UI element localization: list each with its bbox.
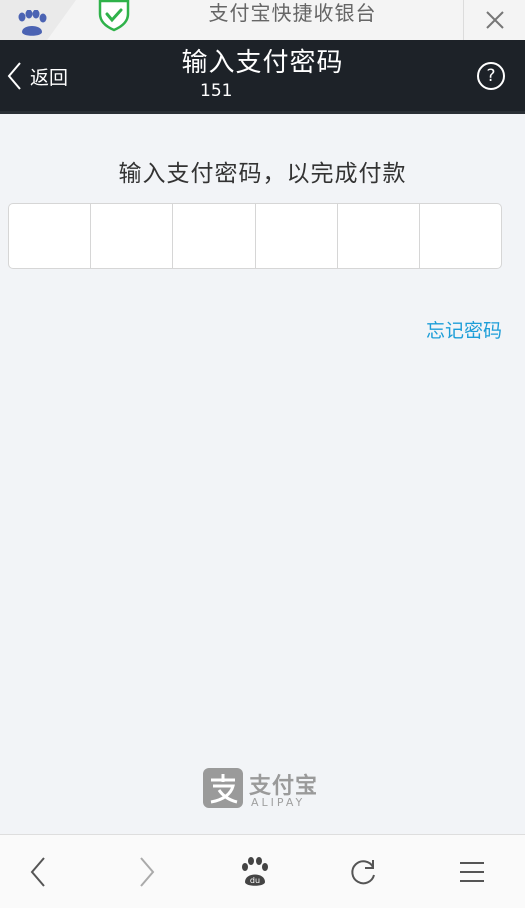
back-button[interactable]: 返回 — [0, 40, 90, 112]
close-icon — [485, 11, 504, 29]
nav-menu-button[interactable] — [442, 835, 502, 908]
password-digit-cell[interactable] — [91, 204, 174, 268]
menu-icon — [460, 862, 484, 882]
svg-text:du: du — [250, 876, 260, 885]
nav-home-button[interactable]: du — [225, 835, 285, 908]
browser-tab-title: 支付宝快捷收银台 — [208, 1, 377, 25]
password-digit-cell[interactable] — [338, 204, 420, 268]
password-input[interactable] — [8, 203, 502, 269]
browser-tab-bar: 支付宝快捷收银台 — [0, 0, 525, 40]
baidu-paw-icon: du — [242, 857, 268, 886]
password-digit-cell[interactable] — [256, 204, 338, 268]
nav-refresh-button[interactable] — [333, 835, 393, 908]
password-digit-cell[interactable] — [420, 204, 501, 268]
help-button[interactable]: ? — [477, 62, 505, 90]
forward-icon — [140, 857, 155, 887]
shield-check-icon — [98, 0, 130, 32]
browser-tab-inactive[interactable] — [0, 0, 76, 40]
password-digit-cell[interactable] — [173, 204, 256, 268]
alipay-icon — [203, 768, 243, 808]
instruction-text: 输入支付密码，以完成付款 — [118, 161, 407, 187]
back-icon — [30, 857, 45, 887]
forgot-password-link[interactable]: 忘记密码 — [426, 316, 502, 343]
password-digit-cell[interactable] — [9, 204, 92, 268]
page-header: 返回 输入支付密码 151 ? — [0, 40, 525, 114]
browser-bottom-nav: du — [0, 834, 525, 908]
back-label: 返回 — [30, 66, 69, 89]
nav-back-button[interactable] — [8, 835, 68, 908]
refresh-icon — [351, 860, 375, 885]
nav-forward-button[interactable] — [117, 835, 177, 908]
chevron-left-icon — [7, 62, 21, 90]
close-tab-button[interactable] — [463, 0, 525, 40]
page-subtitle: 151 — [200, 81, 233, 101]
alipay-logo: 支付宝 ALIPAY — [203, 768, 323, 812]
page-title: 输入支付密码 — [181, 48, 344, 78]
paw-icon — [18, 10, 47, 36]
alipay-name-en: ALIPAY — [251, 796, 306, 809]
